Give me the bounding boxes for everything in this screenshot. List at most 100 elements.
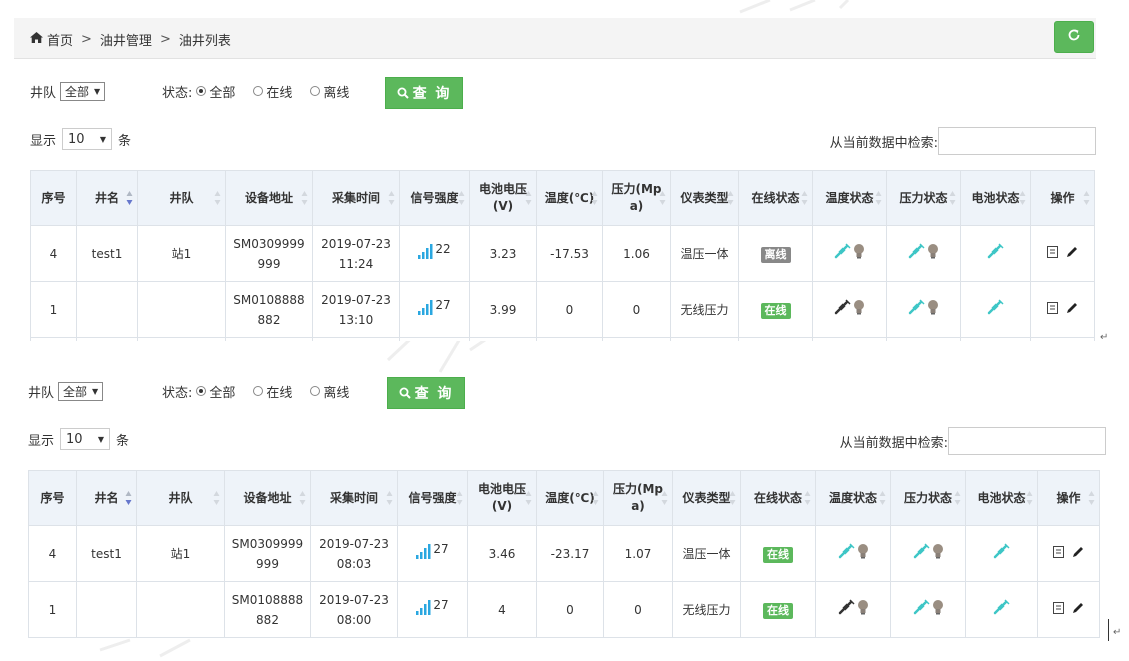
detail-icon[interactable] [1047,300,1058,320]
status-radio-0[interactable]: 全部 [196,82,235,101]
cell-signal: 27 [399,281,470,338]
column-header-13[interactable]: 电池状态 [960,170,1031,226]
sort-icon [386,490,393,506]
table-cell [76,337,138,341]
radio-dot[interactable] [196,86,207,96]
column-header-1[interactable]: 井名 [76,470,137,526]
column-header-label: 井名 [94,490,119,505]
column-header-9[interactable]: 仪表类型 [672,470,741,526]
cell-well-name [76,581,137,638]
detail-icon[interactable] [1047,244,1058,264]
table-cell [312,337,400,341]
cell-actions [1037,581,1100,638]
status-radio-2[interactable]: 离线 [310,82,349,101]
column-header-10[interactable]: 在线状态 [738,170,813,226]
column-header-label: 井队 [168,490,193,505]
column-header-3[interactable]: 设备地址 [225,170,313,226]
cell-battery-status [960,225,1031,282]
team-select[interactable]: 全部 ▼ [58,381,104,401]
column-header-12[interactable]: 压力状态 [886,170,961,226]
table-row: 4 test1 站1 SM0309999 999 2019-07-23 08:0… [28,525,1100,582]
cell-team: 站1 [137,225,226,282]
refresh-button[interactable] [1054,21,1094,53]
cell-online-status: 在线 [740,581,816,638]
radio-dot[interactable] [196,386,207,396]
column-header-6[interactable]: 电池电压 (V) [467,470,537,526]
detail-icon[interactable] [1053,544,1064,564]
signal-value: 22 [435,241,451,256]
column-header-14[interactable]: 操作 [1030,170,1095,226]
detail-icon[interactable] [1053,600,1064,620]
table-cell [960,337,1031,341]
radio-dot[interactable] [310,86,321,96]
breadcrumb-separator: > [81,32,92,47]
search-icon [397,87,409,99]
column-header-2[interactable]: 井队 [137,170,226,226]
radio-dot[interactable] [310,386,321,396]
column-header-9[interactable]: 仪表类型 [670,170,739,226]
cell-actions [1030,281,1095,338]
page-length-select[interactable]: 10 ▼ [62,128,113,150]
status-radio-1[interactable]: 在线 [253,382,292,401]
status-radio-1[interactable]: 在线 [253,82,292,101]
sort-icon [458,190,465,206]
column-header-10[interactable]: 在线状态 [740,470,816,526]
status-option-label: 在线 [266,85,293,101]
cell-collect-time: 2019-07-23 11:24 [312,225,400,282]
sort-icon [592,490,599,506]
page-length-select[interactable]: 10 ▼ [60,428,111,450]
pencil-icon[interactable] [1072,544,1084,564]
status-option-label: 离线 [323,85,350,101]
cell-battery-status [965,581,1038,638]
column-header-2[interactable]: 井队 [136,470,225,526]
column-header-4[interactable]: 采集时间 [312,170,400,226]
breadcrumb-well-management[interactable]: 油井管理 [100,30,152,49]
return-mark: ↵ [1100,332,1109,343]
pencil-icon[interactable] [1066,300,1078,320]
column-header-5[interactable]: 信号强度 [399,170,470,226]
column-header-11[interactable]: 温度状态 [815,470,891,526]
signal-value: 27 [433,597,449,612]
cell-seq: 4 [30,225,77,282]
column-header-6[interactable]: 电池电压 (V) [469,170,537,226]
cell-pressure-status [886,281,961,338]
sort-icon [729,490,736,506]
search-input[interactable] [938,127,1096,155]
column-header-7[interactable]: 温度(℃) [536,170,603,226]
home-icon[interactable] [30,32,43,47]
column-header-14[interactable]: 操作 [1037,470,1100,526]
column-header-12[interactable]: 压力状态 [890,470,966,526]
column-header-label: 仪表类型 [682,490,731,505]
sort-icon [214,190,221,206]
table-search: 从当前数据中检索: [840,427,1106,455]
sort-icon [456,490,463,506]
query-button[interactable]: 查 询 [387,377,465,409]
column-header-8[interactable]: 压力(Mp a) [603,470,673,526]
sort-icon [591,190,598,206]
pencil-icon[interactable] [1066,244,1078,264]
radio-dot[interactable] [253,386,264,396]
cell-actions [1037,525,1100,582]
column-header-3[interactable]: 设备地址 [224,470,311,526]
status-radio-2[interactable]: 离线 [310,382,349,401]
column-header-label: 采集时间 [329,490,378,505]
status-radio-0[interactable]: 全部 [196,382,235,401]
team-select[interactable]: 全部 ▼ [60,81,106,101]
column-header-5[interactable]: 信号强度 [397,470,468,526]
column-header-7[interactable]: 温度(℃) [536,470,604,526]
column-header-8[interactable]: 压力(Mp a) [602,170,671,226]
radio-dot[interactable] [253,86,264,96]
cell-team [136,581,225,638]
column-header-13[interactable]: 电池状态 [965,470,1038,526]
status-label: 状态: [162,85,193,101]
column-header-1[interactable]: 井名 [76,170,138,226]
breadcrumb-home[interactable]: 首页 [47,30,73,49]
query-button[interactable]: 查 询 [385,77,463,109]
column-header-4[interactable]: 采集时间 [310,470,398,526]
search-input[interactable] [948,427,1106,455]
cell-battery-status [965,525,1038,582]
pencil-icon[interactable] [1072,600,1084,620]
online-status-badge: 在线 [760,302,791,319]
column-header-11[interactable]: 温度状态 [812,170,887,226]
sort-icon [801,190,808,206]
